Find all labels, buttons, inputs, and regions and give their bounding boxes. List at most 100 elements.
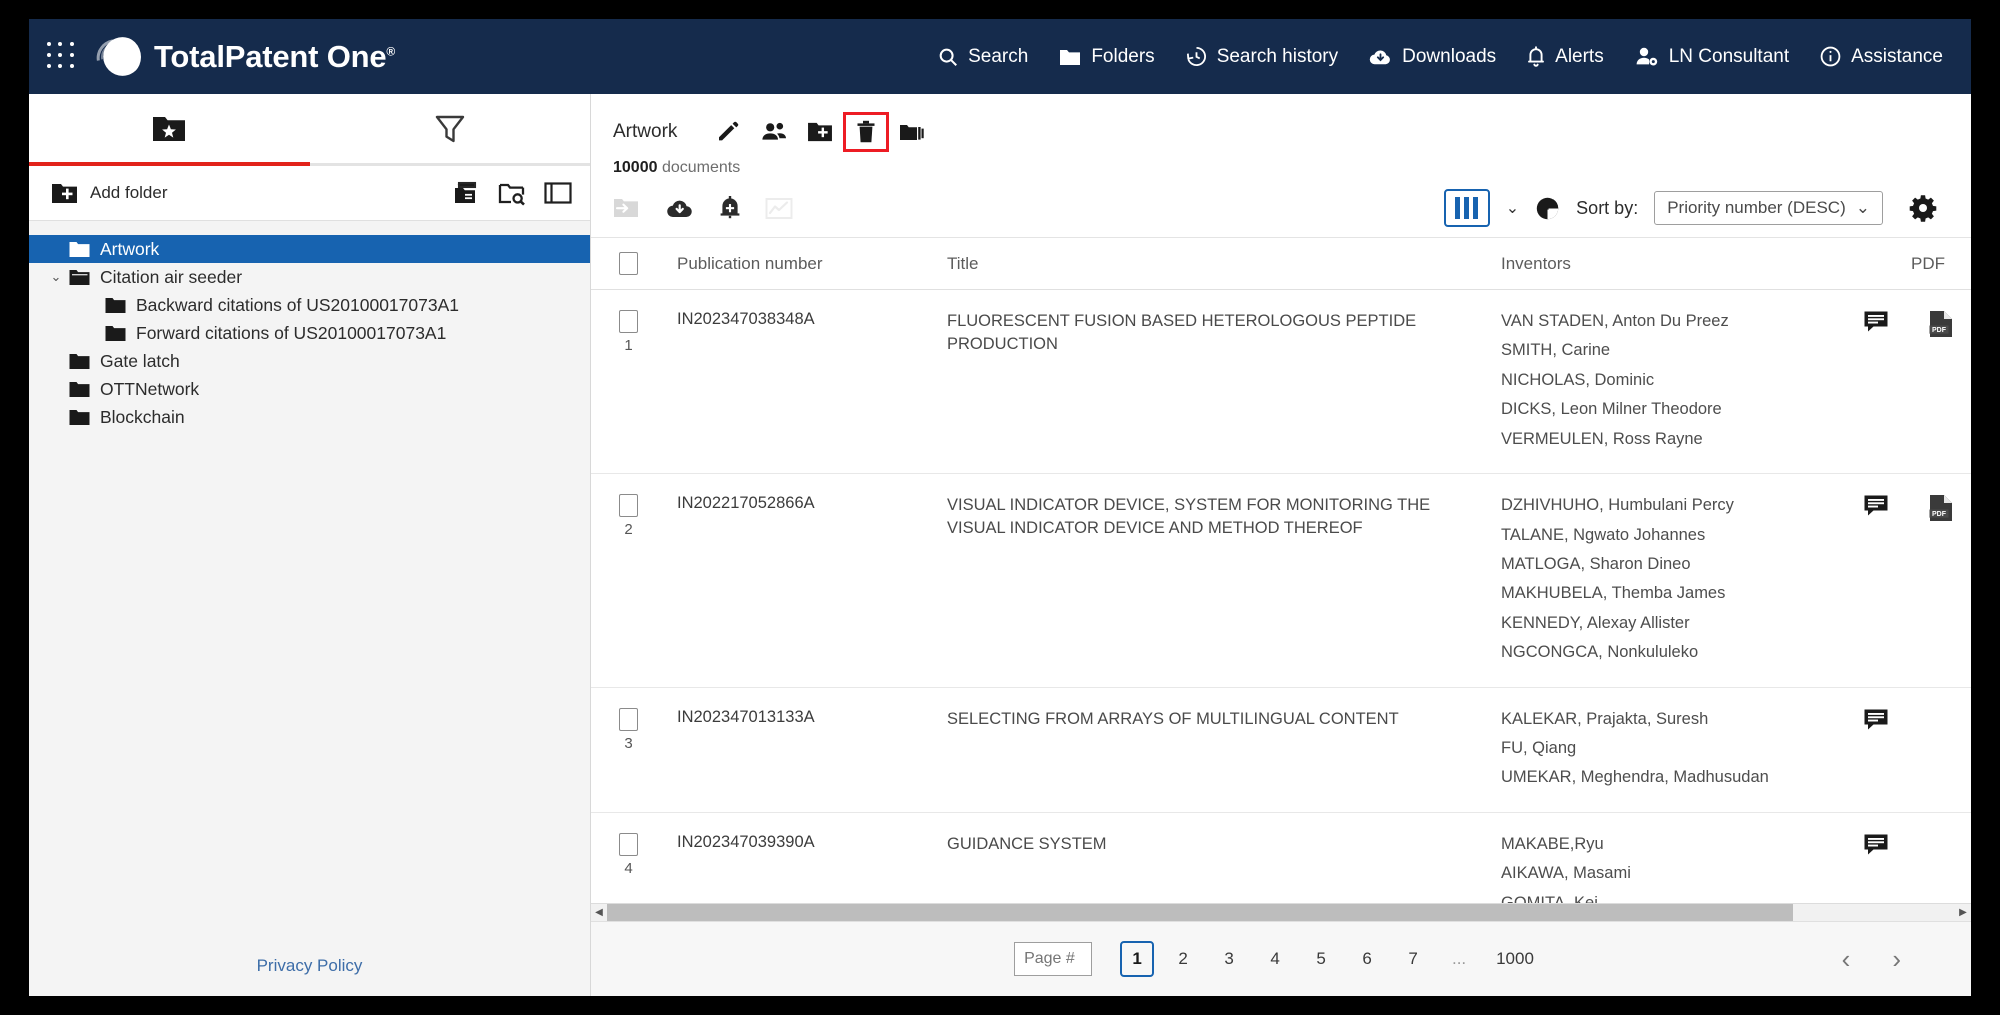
row-notes-button[interactable] [1841, 708, 1911, 796]
table-row[interactable]: 2 IN202217052866A VISUAL INDICATOR DEVIC… [591, 474, 1971, 688]
row-number: 4 [624, 859, 633, 877]
copy-move-folder-button[interactable] [889, 112, 935, 152]
create-alert-button[interactable] [717, 195, 743, 221]
tree-item-gate-latch[interactable]: Gate latch [29, 347, 590, 375]
delete-folder-button[interactable] [843, 112, 890, 152]
cell-title[interactable]: FLUORESCENT FUSION BASED HETEROLOGOUS PE… [947, 310, 1501, 457]
nav-folders[interactable]: Folders [1058, 45, 1155, 68]
inventor-name: VAN STADEN, Anton Du Preez [1501, 312, 1729, 330]
column-header-publication-number[interactable]: Publication number [677, 254, 947, 274]
column-header-pdf[interactable]: PDF [1911, 254, 1971, 274]
cell-title[interactable]: VISUAL INDICATOR DEVICE, SYSTEM FOR MONI… [947, 494, 1501, 671]
tree-item-backward-citations[interactable]: Backward citations of US20100017073A1 [29, 291, 590, 319]
inventor-name: FU, Qiang [1501, 739, 1577, 758]
analytics-button[interactable] [765, 196, 793, 221]
nav-search-history[interactable]: Search history [1185, 45, 1338, 68]
page-button-5[interactable]: 5 [1304, 941, 1338, 977]
row-pdf-button[interactable]: PDF [1911, 494, 1971, 671]
move-to-folder-button[interactable] [613, 196, 643, 221]
document-count-word: documents [661, 159, 741, 176]
tab-filters[interactable] [309, 94, 590, 166]
nav-ln-consultant[interactable]: LN Consultant [1634, 45, 1789, 68]
pagination-arrows: ‹ › [1842, 946, 1901, 972]
inventor-name: DZHIVHUHO, Humbulani Percy [1501, 496, 1734, 515]
inventor-name: TALANE, Ngwato Johannes [1501, 525, 1706, 544]
privacy-policy-link[interactable]: Privacy Policy [29, 936, 590, 996]
settings-button[interactable] [1909, 194, 1937, 222]
tree-item-blockchain[interactable]: Blockchain [29, 403, 590, 431]
row-checkbox[interactable] [619, 494, 638, 518]
tree-item-label: Backward citations of US20100017073A1 [136, 294, 459, 315]
page-button-1000[interactable]: 1000 [1488, 941, 1542, 977]
inventor-name: UMEKAR, Meghendra, Madhusudan [1501, 768, 1769, 787]
tab-folders[interactable] [29, 94, 310, 166]
page-button-6[interactable]: 6 [1350, 941, 1384, 977]
add-folder-button[interactable]: Add folder [51, 182, 168, 205]
nav-alerts[interactable]: Alerts [1526, 45, 1604, 68]
folder-icon [69, 381, 90, 398]
edit-folder-button[interactable] [705, 112, 751, 152]
row-checkbox[interactable] [619, 310, 638, 333]
nav-assistance[interactable]: Assistance [1819, 45, 1943, 68]
nav-folders-label: Folders [1091, 45, 1155, 67]
inventor-name: AIKAWA, Masami [1501, 864, 1631, 883]
scroll-right-arrow-icon[interactable]: ▶ [1955, 907, 1971, 918]
horizontal-scrollbar[interactable]: ◀ ▶ [591, 903, 1971, 921]
cell-publication-number[interactable]: IN202347013133A [677, 708, 947, 796]
tree-item-label: Citation air seeder [100, 266, 243, 287]
add-subfolder-button[interactable] [797, 112, 843, 152]
nav-search[interactable]: Search [937, 46, 1028, 68]
tree-item-citation-air-seeder[interactable]: ⌄ Citation air seeder [29, 263, 590, 291]
sort-by-select[interactable]: Priority number (DESC) ⌄ [1654, 191, 1883, 225]
nav-downloads-label: Downloads [1402, 45, 1497, 67]
nav-downloads[interactable]: Downloads [1368, 46, 1496, 68]
cell-publication-number[interactable]: IN202217052866A [677, 494, 947, 671]
cell-inventors: DZHIVHUHO, Humbulani Percy TALANE, Ngwat… [1501, 494, 1841, 671]
panel-toggle-icon[interactable] [544, 181, 572, 205]
copy-folders-icon[interactable] [453, 181, 480, 206]
sidebar-icon-actions [453, 181, 572, 206]
page-button-3[interactable]: 3 [1212, 941, 1246, 977]
column-header-inventors[interactable]: Inventors [1501, 254, 1841, 274]
row-notes-button[interactable] [1841, 310, 1911, 457]
column-header-title[interactable]: Title [947, 254, 1501, 274]
brand-logo-area[interactable]: TotalPatent One® [89, 32, 395, 81]
page-button-7[interactable]: 7 [1396, 941, 1430, 977]
page-number-input[interactable] [1014, 942, 1093, 976]
page-button-1[interactable]: 1 [1120, 941, 1155, 977]
note-comment-icon [1864, 311, 1888, 332]
search-folder-icon[interactable] [498, 181, 526, 206]
page-button-4[interactable]: 4 [1258, 941, 1292, 977]
table-row[interactable]: 3 IN202347013133A SELECTING FROM ARRAYS … [591, 688, 1971, 813]
cell-publication-number[interactable]: IN202347038348A [677, 310, 947, 457]
table-row[interactable]: 1 IN202347038348A FLUORESCENT FUSION BAS… [591, 290, 1971, 475]
scrollbar-thumb[interactable] [607, 903, 1794, 921]
grid-apps-icon[interactable] [47, 41, 77, 72]
tree-item-ottnetwork[interactable]: OTTNetwork [29, 375, 590, 403]
row-pdf-cell-empty [1911, 708, 1971, 796]
tree-item-forward-citations[interactable]: Forward citations of US20100017073A1 [29, 319, 590, 347]
cell-title[interactable]: SELECTING FROM ARRAYS OF MULTILINGUAL CO… [947, 708, 1501, 796]
svg-text:PDF: PDF [1932, 327, 1947, 334]
row-checkbox[interactable] [619, 707, 638, 731]
next-page-arrow-icon[interactable]: › [1892, 946, 1901, 972]
row-notes-button[interactable] [1841, 494, 1911, 671]
pie-chart-button[interactable] [1535, 196, 1560, 221]
columns-view-button[interactable] [1443, 189, 1490, 227]
scroll-left-arrow-icon[interactable]: ◀ [591, 907, 607, 918]
brand-title-text: TotalPatent One [154, 38, 387, 74]
download-button[interactable] [665, 196, 695, 221]
inventor-name: DICKS, Leon Milner Theodore [1501, 400, 1722, 419]
select-all-checkbox[interactable] [619, 252, 638, 275]
top-navigation-bar: TotalPatent One® Search Folders Search h… [29, 19, 1971, 94]
previous-page-arrow-icon[interactable]: ‹ [1842, 946, 1851, 972]
row-checkbox[interactable] [619, 832, 638, 856]
share-folder-button[interactable] [751, 112, 797, 152]
view-options-chevron-down-icon[interactable]: ⌄ [1506, 198, 1519, 218]
pencil-edit-icon [719, 121, 739, 141]
row-pdf-button[interactable]: PDF [1911, 310, 1971, 457]
tree-item-artwork[interactable]: Artwork [29, 235, 590, 263]
tree-caret[interactable]: ⌄ [43, 269, 69, 285]
scrollbar-track[interactable] [607, 903, 1955, 921]
page-button-2[interactable]: 2 [1166, 941, 1200, 977]
